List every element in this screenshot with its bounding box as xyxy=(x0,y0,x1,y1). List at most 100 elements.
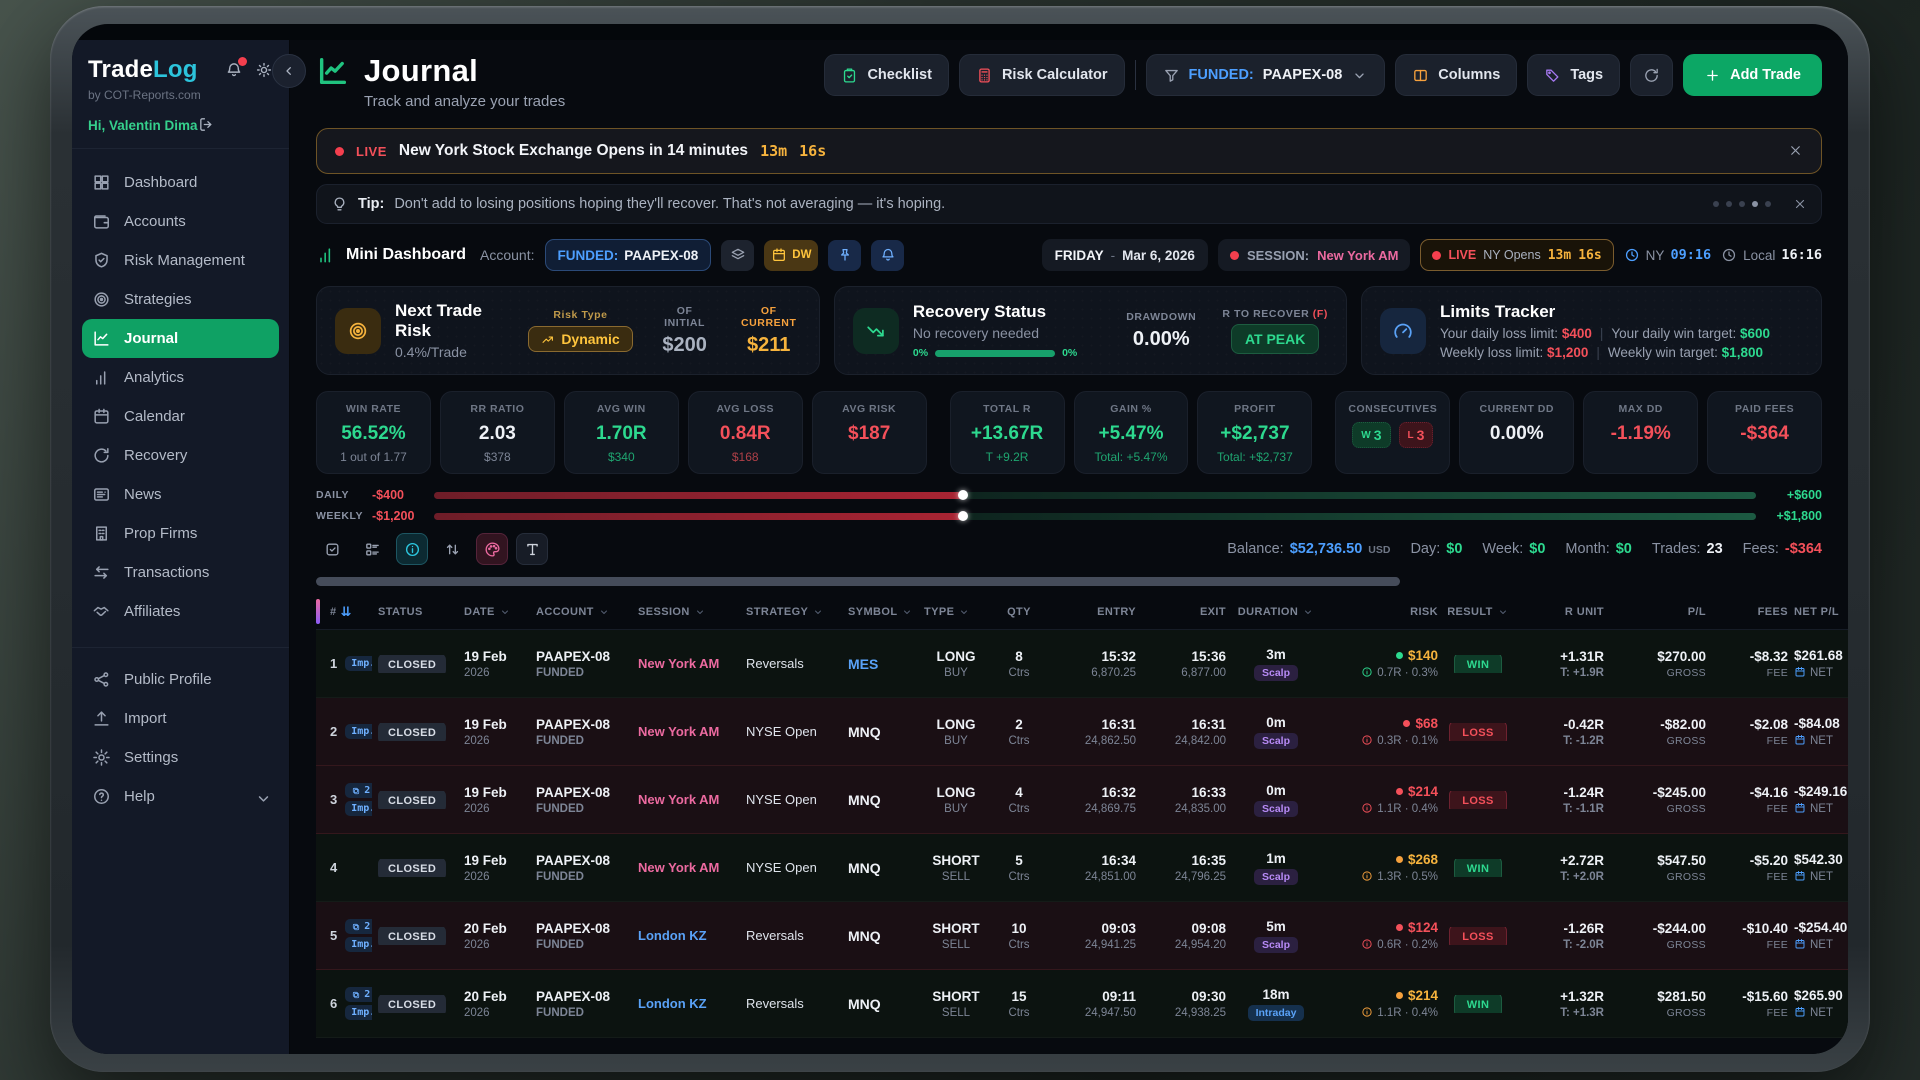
account-filter-button[interactable]: FUNDED:PAAPEX-08 xyxy=(1146,54,1386,96)
daily-weekly-chip[interactable]: DW xyxy=(764,240,818,271)
tip-dot[interactable] xyxy=(1739,201,1745,207)
column-header-symbol[interactable]: SYMBOL xyxy=(848,605,918,617)
sidebar-item-import[interactable]: Import xyxy=(82,699,279,738)
pin-chip[interactable] xyxy=(828,240,861,271)
type-cell: SHORTSELL xyxy=(924,989,988,1019)
checklist-button[interactable]: Checklist xyxy=(824,54,948,96)
horizontal-scrollbar-track xyxy=(316,577,1822,586)
sidebar-item-news[interactable]: News xyxy=(82,475,279,514)
layers-chip[interactable] xyxy=(721,240,754,271)
calendar-icon xyxy=(1794,802,1806,814)
column-header-result[interactable]: RESULT xyxy=(1444,605,1512,617)
alerts-chip[interactable] xyxy=(871,240,904,271)
stat-tile-current-dd: CURRENT DD0.00% xyxy=(1459,391,1574,474)
sidebar-item-public-profile[interactable]: Public Profile xyxy=(82,660,279,699)
column-header-net-p-l: NET P/L xyxy=(1794,606,1848,618)
column-header-session[interactable]: SESSION xyxy=(638,605,740,617)
trade-row-5[interactable]: 52Imp.CLOSED20 Feb2026PAAPEX-08FUNDEDLon… xyxy=(316,902,1848,970)
logout-icon[interactable] xyxy=(198,116,215,134)
calendar-icon xyxy=(1794,870,1806,882)
qty-cell: 5Ctrs xyxy=(994,853,1044,883)
local-clock: Local 16:16 xyxy=(1721,247,1822,263)
chevron-down-icon xyxy=(254,789,269,804)
sort-order-button[interactable] xyxy=(436,533,468,565)
table-header-row: #⇊STATUSDATEACCOUNTSESSIONSTRATEGYSYMBOL… xyxy=(316,594,1848,630)
qty-cell: 15Ctrs xyxy=(994,989,1044,1019)
imported-badge: Imp. xyxy=(345,1005,372,1020)
tip-dot[interactable] xyxy=(1752,201,1758,207)
text-size-button[interactable] xyxy=(516,533,548,565)
trade-row-2[interactable]: 2Imp.CLOSED19 Feb2026PAAPEX-08FUNDEDNew … xyxy=(316,698,1848,766)
tip-dot[interactable] xyxy=(1765,201,1771,207)
bar-marker[interactable] xyxy=(958,511,968,521)
column-header-type[interactable]: TYPE xyxy=(924,605,988,617)
stat-label: WIN RATE xyxy=(346,403,401,415)
sidebar-item-affiliates[interactable]: Affiliates xyxy=(82,592,279,631)
add-trade-button[interactable]: Add Trade xyxy=(1683,54,1822,96)
bar-marker[interactable] xyxy=(958,490,968,500)
sidebar-item-help[interactable]: Help xyxy=(82,777,279,816)
sidebar-item-settings[interactable]: Settings xyxy=(82,738,279,777)
tip-label: Tip: xyxy=(358,196,384,212)
sidebar-item-journal[interactable]: Journal xyxy=(82,319,279,358)
theme-toggle-icon[interactable] xyxy=(255,61,273,79)
sidebar: TradeLog by COT-Reports.com Hi, Valentin… xyxy=(72,40,290,1054)
next-trade-risk-card: Next Trade Risk 0.4%/Trade Risk Type Dyn… xyxy=(316,286,820,375)
recovery-progress-bar xyxy=(935,350,1055,357)
status-badge: CLOSED xyxy=(378,791,446,809)
column-header--[interactable]: #⇊ xyxy=(316,605,372,618)
list-view-button[interactable] xyxy=(356,533,388,565)
sidebar-item-analytics[interactable]: Analytics xyxy=(82,358,279,397)
tip-dot[interactable] xyxy=(1713,201,1719,207)
column-header-duration[interactable]: DURATION xyxy=(1232,605,1320,617)
live-chip-label: LIVE xyxy=(1448,248,1476,262)
duration-cell: 1mScalp xyxy=(1232,851,1320,885)
horizontal-scrollbar-thumb[interactable] xyxy=(316,577,1400,586)
sidebar-item-accounts[interactable]: Accounts xyxy=(82,202,279,241)
color-palette-button[interactable] xyxy=(476,533,508,565)
loss-segment xyxy=(434,513,963,520)
column-header-date[interactable]: DATE xyxy=(464,605,530,617)
sidebar-item-recovery[interactable]: Recovery xyxy=(82,436,279,475)
risk-cell: $2681.3R · 0.5% xyxy=(1326,852,1438,882)
help-icon xyxy=(92,787,111,806)
summary-week: Week:$0 xyxy=(1482,541,1545,557)
sidebar-item-strategies[interactable]: Strategies xyxy=(82,280,279,319)
banner-close-icon[interactable] xyxy=(1788,142,1803,160)
trade-row-1[interactable]: 1Imp.CLOSED19 Feb2026PAAPEX-08FUNDEDNew … xyxy=(316,630,1848,698)
sidebar-collapse-button[interactable] xyxy=(272,54,306,88)
select-rows-button[interactable] xyxy=(316,533,348,565)
row-number-cell: 52Imp. xyxy=(316,919,372,952)
sidebar-item-label: Public Profile xyxy=(124,671,212,688)
account-pill[interactable]: FUNDED: PAAPEX-08 xyxy=(545,239,712,271)
column-header-strategy[interactable]: STRATEGY xyxy=(746,605,842,617)
row-number-cell: 62Imp. xyxy=(316,987,372,1020)
sidebar-item-transactions[interactable]: Transactions xyxy=(82,553,279,592)
sidebar-item-dashboard[interactable]: Dashboard xyxy=(82,163,279,202)
sidebar-item-prop-firms[interactable]: Prop Firms xyxy=(82,514,279,553)
columns-button[interactable]: Columns xyxy=(1395,54,1517,96)
brand-logo: TradeLog xyxy=(88,56,198,84)
trade-row-4[interactable]: 4CLOSED19 Feb2026PAAPEX-08FUNDEDNew York… xyxy=(316,834,1848,902)
trade-row-6[interactable]: 62Imp.CLOSED20 Feb2026PAAPEX-08FUNDEDLon… xyxy=(316,970,1848,1038)
tip-close-icon[interactable] xyxy=(1793,195,1807,213)
sidebar-item-label: Settings xyxy=(124,749,178,766)
type-cell: SHORTSELL xyxy=(924,853,988,883)
tags-button[interactable]: Tags xyxy=(1527,54,1620,96)
sidebar-item-calendar[interactable]: Calendar xyxy=(82,397,279,436)
trade-row-3[interactable]: 32Imp.CLOSED19 Feb2026PAAPEX-08FUNDEDNew… xyxy=(316,766,1848,834)
status-badge: CLOSED xyxy=(378,995,446,1013)
risk-calculator-button[interactable]: Risk Calculator xyxy=(959,54,1125,96)
refresh-button[interactable] xyxy=(1630,54,1673,96)
stat-tile-max-dd: MAX DD-1.19% xyxy=(1583,391,1698,474)
r-unit-cell: -1.26RT: -2.0R xyxy=(1518,921,1604,951)
consecutive-losses-badge: L3 xyxy=(1399,422,1434,448)
risk-type-pill[interactable]: Dynamic xyxy=(528,326,632,352)
info-toggle-button[interactable] xyxy=(396,533,428,565)
column-header-account[interactable]: ACCOUNT xyxy=(536,605,632,617)
handshake-icon xyxy=(92,602,111,621)
sidebar-item-risk-management[interactable]: Risk Management xyxy=(82,241,279,280)
notifications-bell-icon[interactable] xyxy=(225,61,243,79)
account-label: Account: xyxy=(480,247,534,263)
tip-dot[interactable] xyxy=(1726,201,1732,207)
